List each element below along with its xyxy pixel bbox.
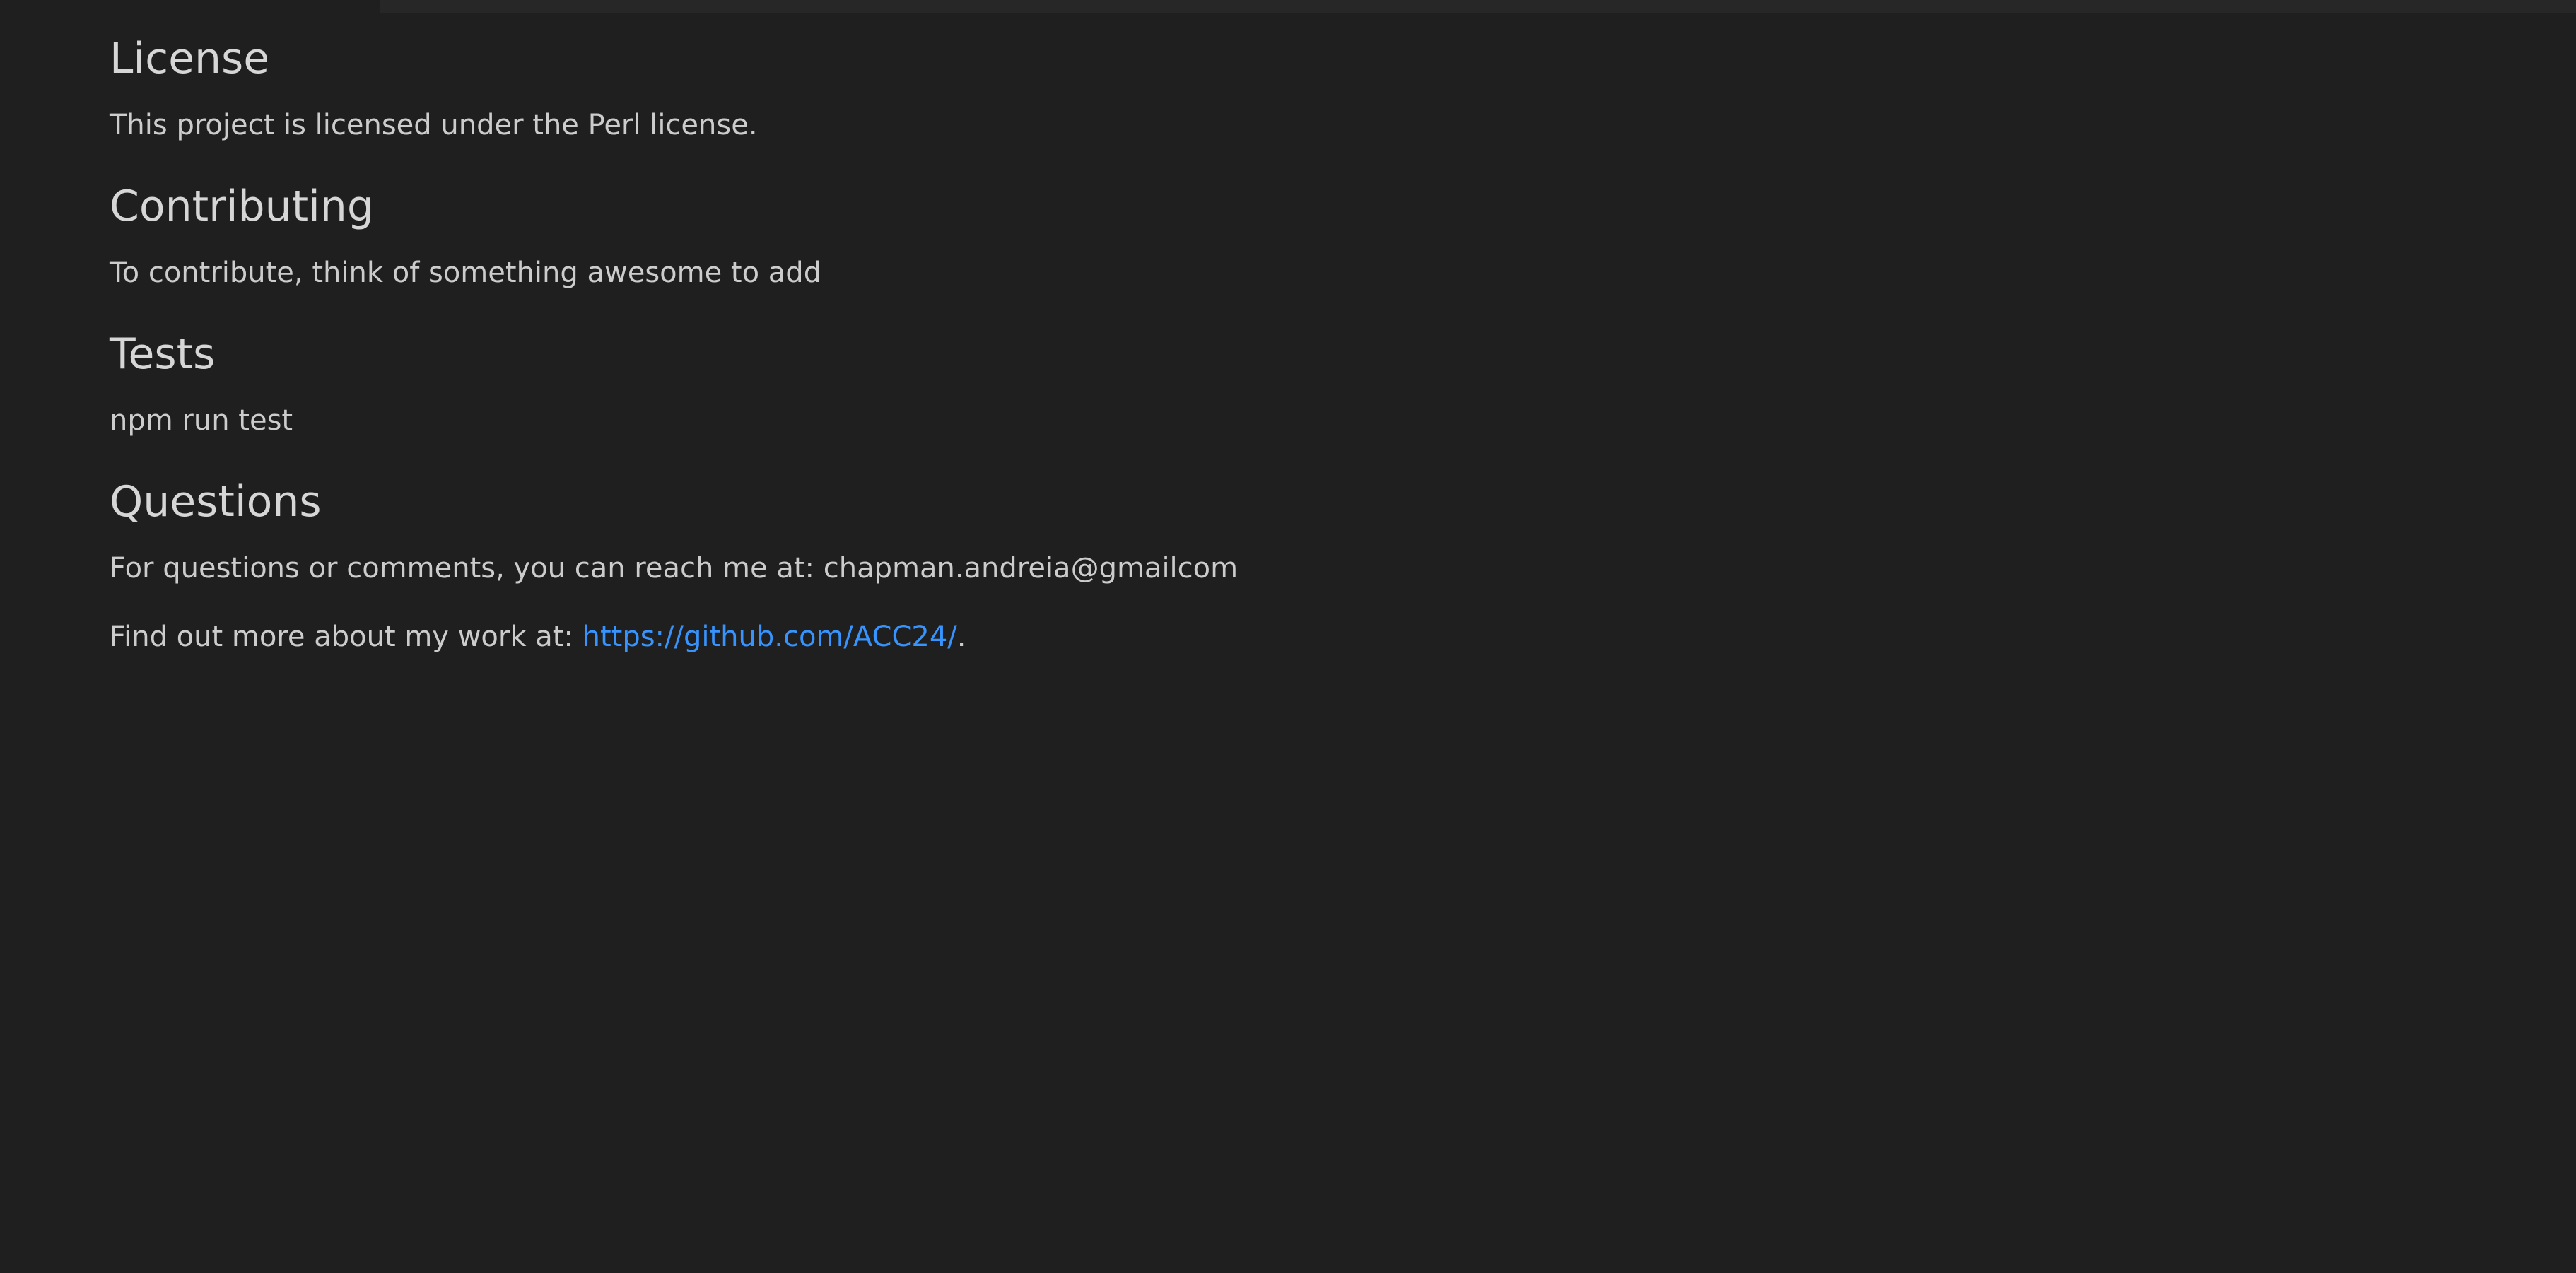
github-link[interactable]: https://github.com/ACC24/ xyxy=(582,621,957,653)
contributing-text: To contribute, think of something awesom… xyxy=(110,257,822,289)
tests-heading: Tests xyxy=(110,329,216,379)
find-out-more-prefix: Find out more about my work at: xyxy=(110,621,582,653)
contributing-heading: Contributing xyxy=(110,182,374,231)
license-text: This project is licensed under the Perl … xyxy=(110,109,758,141)
license-heading: License xyxy=(110,34,270,83)
editor-top-strip xyxy=(380,0,2576,13)
questions-heading: Questions xyxy=(110,477,322,527)
find-out-more-text: Find out more about my work at: https://… xyxy=(110,618,966,656)
tests-text: npm run test xyxy=(110,404,293,437)
questions-contact-text: For questions or comments, you can reach… xyxy=(110,552,1239,585)
find-out-more-suffix: . xyxy=(956,621,966,653)
